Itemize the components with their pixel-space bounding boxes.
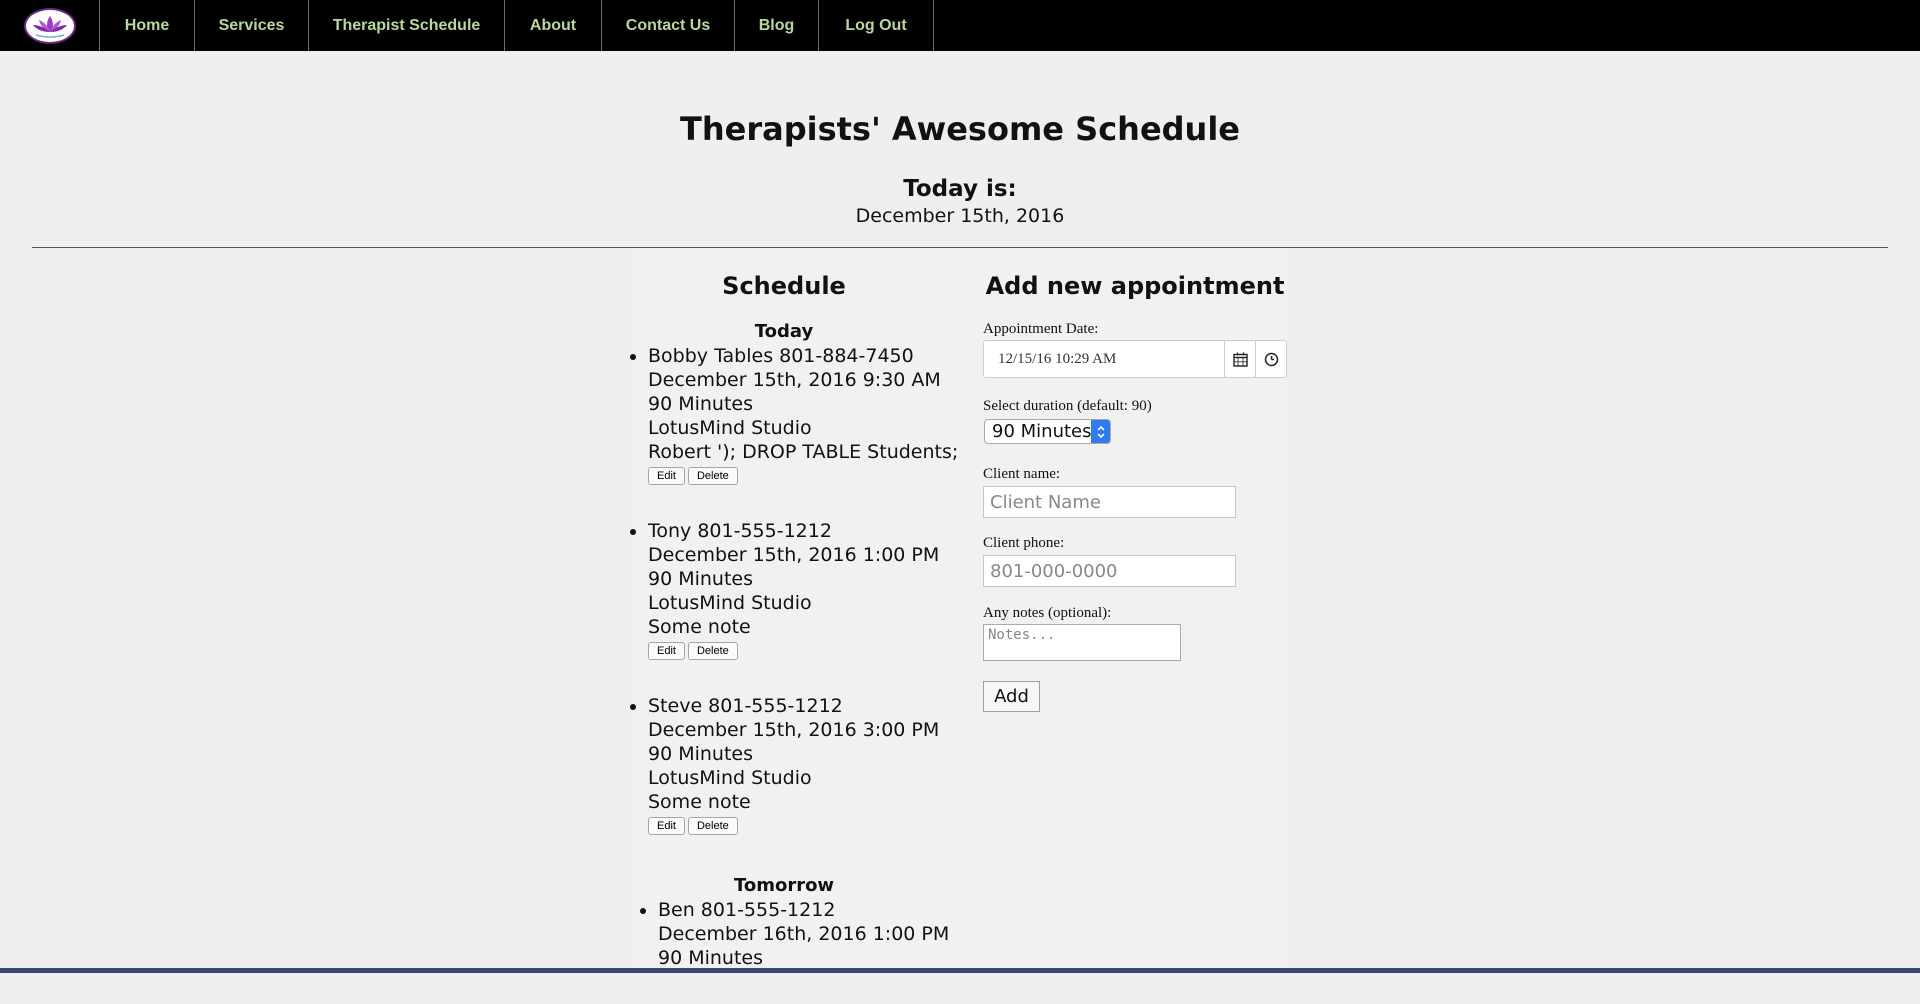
list-item: Bobby Tables 801-884-7450 December 15th,…	[648, 344, 958, 485]
appointment-location: LotusMind Studio	[648, 417, 812, 439]
today-appointment-list: Bobby Tables 801-884-7450 December 15th,…	[633, 344, 958, 869]
appointment-datetime: December 16th, 2016 1:00 PM	[658, 923, 950, 945]
appointment-date-value[interactable]: 12/15/16 10:29 AM	[984, 351, 1224, 368]
appointment-client: Tony 801-555-1212	[648, 520, 832, 542]
nav-about[interactable]: About	[504, 0, 601, 51]
nav-services[interactable]: Services	[194, 0, 308, 51]
today-date: December 15th, 2016	[855, 205, 1065, 227]
chevron-updown-icon[interactable]	[1091, 420, 1110, 443]
appointment-location: LotusMind Studio	[648, 767, 812, 789]
lotus-icon[interactable]	[23, 7, 76, 44]
nav-log-out[interactable]: Log Out	[818, 0, 934, 51]
delete-button[interactable]: Delete	[687, 467, 738, 485]
appointment-datetime: December 15th, 2016 1:00 PM	[648, 544, 940, 566]
nav-contact-us[interactable]: Contact Us	[601, 0, 734, 51]
appointment-client: Ben 801-555-1212	[658, 899, 836, 921]
calendar-icon[interactable]	[1224, 341, 1255, 377]
nav-therapist-schedule[interactable]: Therapist Schedule	[308, 0, 504, 51]
nav-home[interactable]: Home	[99, 0, 194, 51]
appointment-note: Some note	[648, 791, 751, 813]
tomorrow-appointment-list: Ben 801-555-1212 December 16th, 2016 1:0…	[643, 898, 949, 1004]
client-phone-input[interactable]: 801-000-0000	[983, 555, 1236, 587]
appointment-duration: 90 Minutes	[648, 393, 754, 415]
edit-button[interactable]: Edit	[648, 817, 685, 835]
today-label: Today is:	[903, 176, 1017, 202]
appointment-date-label: Appointment Date:	[983, 321, 1099, 337]
edit-button[interactable]: Edit	[648, 467, 685, 485]
schedule-title: Schedule	[722, 272, 846, 300]
form-title: Add new appointment	[985, 272, 1285, 300]
appointment-client: Steve 801-555-1212	[648, 695, 843, 717]
appointment-date-picker[interactable]: 12/15/16 10:29 AM	[983, 340, 1287, 378]
appointment-duration: 90 Minutes	[648, 568, 754, 590]
duration-select[interactable]: 90 Minutes	[984, 419, 1111, 444]
client-name-label: Client name:	[983, 466, 1061, 482]
tomorrow-section-label: Tomorrow	[733, 875, 835, 896]
nav-blog[interactable]: Blog	[734, 0, 818, 51]
add-appointment-button[interactable]: Add	[983, 681, 1040, 712]
delete-button[interactable]: Delete	[687, 642, 738, 660]
appointment-datetime: December 15th, 2016 3:00 PM	[648, 719, 940, 741]
list-item: Ben 801-555-1212 December 16th, 2016 1:0…	[658, 898, 949, 970]
list-item: Steve 801-555-1212 December 15th, 2016 3…	[648, 694, 958, 835]
appointment-note: Some note	[648, 616, 751, 638]
logo-container[interactable]	[0, 0, 99, 51]
notes-textarea[interactable]: Notes...	[983, 624, 1181, 661]
list-item: Tony 801-555-1212 December 15th, 2016 1:…	[648, 519, 958, 660]
appointment-client: Bobby Tables 801-884-7450	[648, 345, 914, 367]
client-phone-label: Client phone:	[983, 535, 1065, 551]
page-title: Therapists' Awesome Schedule	[680, 110, 1240, 148]
appointment-duration: 90 Minutes	[648, 743, 754, 765]
delete-button[interactable]: Delete	[687, 817, 738, 835]
today-section-label: Today	[754, 321, 814, 342]
appointment-note: Robert '); DROP TABLE Students;	[648, 441, 959, 463]
duration-label: Select duration (default: 90)	[983, 398, 1152, 414]
appointment-duration: 90 Minutes	[658, 947, 764, 969]
appointment-location: LotusMind Studio	[648, 592, 812, 614]
appointment-datetime: December 15th, 2016 9:30 AM	[648, 369, 941, 391]
notes-label: Any notes (optional):	[983, 605, 1112, 621]
clock-icon[interactable]	[1255, 341, 1286, 377]
client-name-input[interactable]: Client Name	[983, 486, 1236, 518]
top-navbar: Home Services Therapist Schedule About C…	[0, 0, 1920, 51]
edit-button[interactable]: Edit	[648, 642, 685, 660]
duration-selected-value[interactable]: 90 Minutes	[985, 421, 1091, 442]
window-bottom-edge	[0, 968, 1920, 973]
